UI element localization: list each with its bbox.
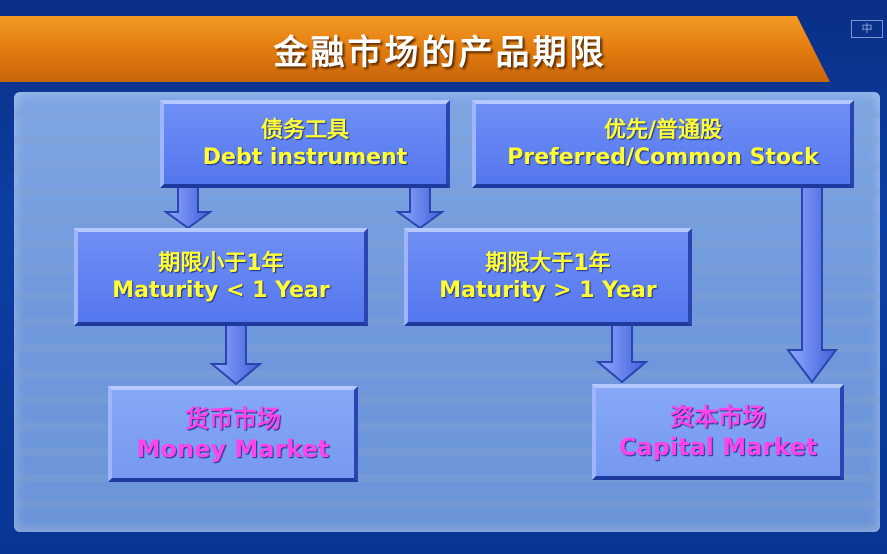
long-cn-label: 期限大于1年 (485, 250, 611, 276)
money-en-label: Money Market (136, 435, 330, 463)
arrow-short-to-money (209, 323, 263, 386)
stock-cn-label: 优先/普通股 (603, 117, 723, 143)
capital-en-label: Capital Market (618, 433, 818, 461)
stock-box: 优先/普通股 Preferred/Common Stock (472, 100, 854, 188)
money-cn-label: 货币市场 (185, 405, 281, 433)
short-en-label: Maturity < 1 Year (112, 278, 330, 303)
capital-cn-label: 资本市场 (670, 403, 766, 431)
long-en-label: Maturity > 1 Year (439, 278, 657, 303)
short-maturity-box: 期限小于1年 Maturity < 1 Year (74, 228, 368, 326)
short-cn-label: 期限小于1年 (158, 250, 284, 276)
debt-instrument-box: 债务工具 Debt instrument (160, 100, 450, 188)
stock-en-label: Preferred/Common Stock (507, 145, 819, 170)
arrow-long-to-capital (595, 323, 649, 384)
arrow-stock-to-capital (786, 185, 838, 384)
long-maturity-box: 期限大于1年 Maturity > 1 Year (404, 228, 692, 326)
capital-market-box: 资本市场 Capital Market (592, 384, 844, 480)
arrow-debt-to-long (394, 185, 446, 230)
arrow-debt-to-short (162, 185, 214, 230)
debt-cn-label: 债务工具 (260, 117, 349, 143)
debt-en-label: Debt instrument (202, 145, 408, 170)
money-market-box: 货币市场 Money Market (108, 386, 358, 482)
